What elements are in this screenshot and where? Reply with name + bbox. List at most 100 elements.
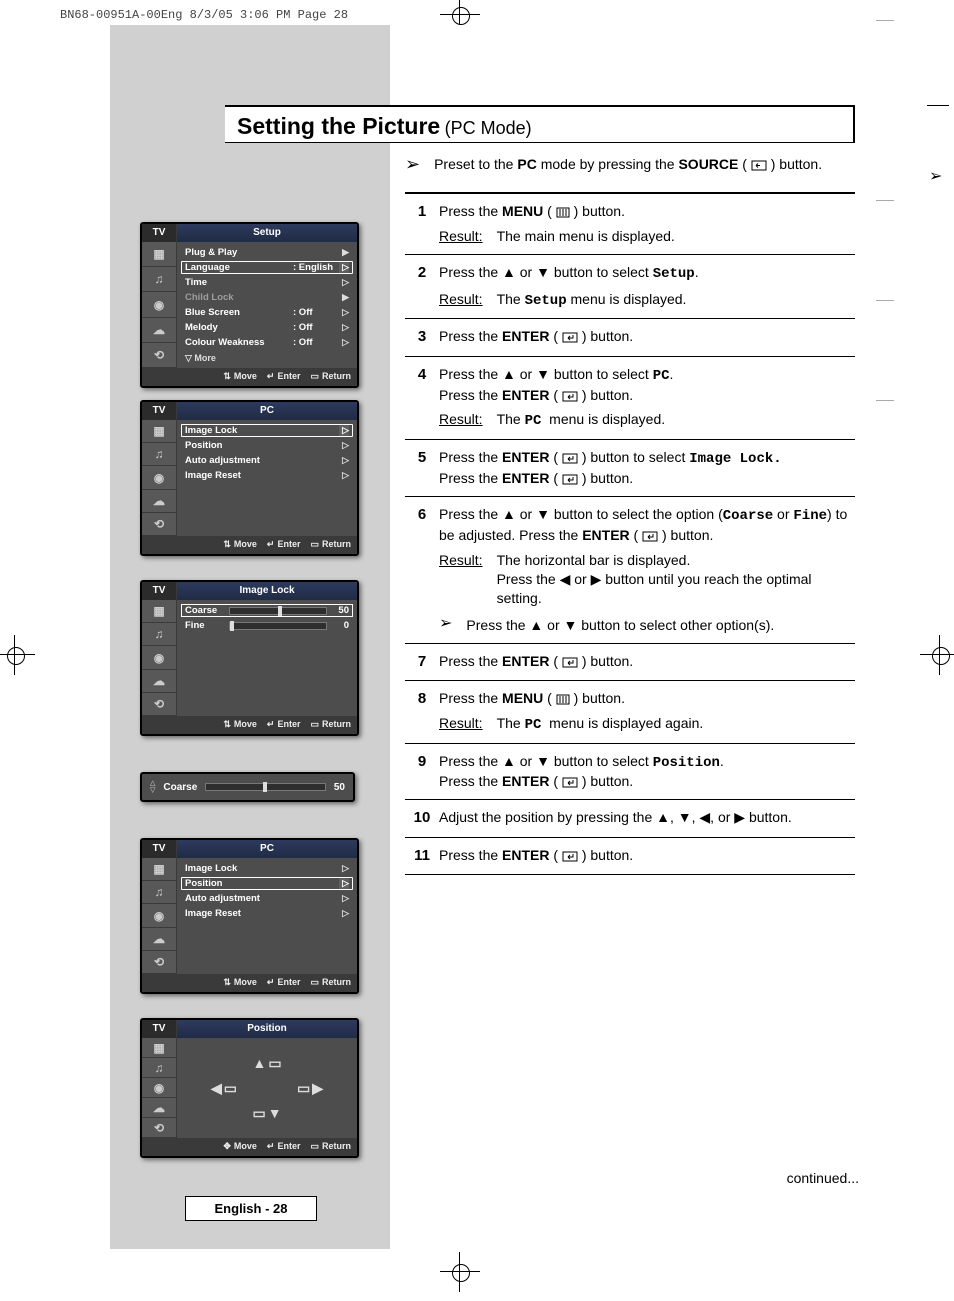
item-label: Time (185, 277, 293, 288)
position-up-icon[interactable]: ▲▭ (252, 1055, 281, 1072)
slider-track[interactable] (229, 607, 327, 615)
page-title-sub: (PC Mode) (445, 118, 532, 138)
position-right-icon[interactable]: ▭▶ (297, 1080, 323, 1097)
osd-menu-item[interactable]: Child Lock ▶ (181, 291, 353, 304)
step-instruction: Press the MENU ( ) button. (439, 202, 855, 221)
trim-mark (876, 200, 894, 201)
osd-menu-item[interactable]: Image Lock ▷ (181, 424, 353, 437)
step-number: 5 (405, 448, 439, 488)
position-down-icon[interactable]: ▭▼ (252, 1105, 281, 1122)
item-label: Child Lock (185, 292, 293, 303)
osd-menu-item[interactable]: Image Reset ▷ (181, 907, 353, 920)
osd-menu-item[interactable]: Image Lock ▷ (181, 862, 353, 875)
osd-fine-slider[interactable]: Fine 0 (181, 619, 353, 632)
osd-return-hint: ▭Return (310, 719, 351, 730)
osd-footer: ✥Move ↵Enter ▭Return (142, 1138, 357, 1156)
osd-tv-label: TV (142, 402, 177, 420)
osd-side-icons: ▦ ♫ ◉ ☁ ⟲ (142, 600, 177, 716)
osd-return-hint: ▭Return (310, 371, 351, 382)
osd-menu-item[interactable]: Image Reset ▷ (181, 469, 353, 482)
input-icon: ⟲ (142, 343, 176, 368)
step-instruction: Press the ▲ or ▼ button to select PC.Pre… (439, 365, 855, 405)
osd-menu-item[interactable]: Language : English ▷ (181, 261, 353, 274)
chevron-right-icon: ▷ (339, 455, 349, 466)
step-subnote: ➢ Press the ▲ or ▼ button to select othe… (439, 616, 855, 635)
result-text: The PC menu is displayed again. (497, 714, 704, 735)
item-label: Image Reset (185, 470, 339, 481)
item-label: Melody (185, 322, 293, 333)
page-title-bar: Setting the Picture (PC Mode) (225, 105, 855, 143)
step: 3 Press the ENTER ( ) button. (405, 319, 855, 356)
setup-icon: ☁ (142, 928, 176, 951)
item-label: Auto adjustment (185, 455, 339, 466)
item-value: : English (293, 262, 339, 273)
picture-icon: ▦ (142, 242, 176, 267)
step: 9 Press the ▲ or ▼ button to select Posi… (405, 744, 855, 801)
chevron-right-icon: ▷ (339, 893, 349, 904)
step-result: Result: The horizontal bar is displayed.… (439, 551, 855, 608)
osd-side-icons: ▦ ♫ ◉ ☁ ⟲ (142, 858, 177, 974)
item-label: Image Lock (185, 425, 339, 436)
osd-coarse-slider[interactable]: Coarse 50 (181, 604, 353, 617)
osd-footer: ⇅Move ↵Enter ▭Return (142, 536, 357, 554)
slider-knob[interactable] (278, 606, 282, 616)
step: 5 Press the ENTER ( ) button to select I… (405, 440, 855, 497)
trim-mark (876, 300, 894, 301)
chevron-right-icon: ▷ (339, 277, 349, 288)
osd-menu-item[interactable]: Auto adjustment ▷ (181, 454, 353, 467)
osd-pc-panel-2: TV PC ▦ ♫ ◉ ☁ ⟲ Image Lock ▷Position ▷Au… (140, 838, 359, 994)
channel-icon: ◉ (142, 646, 176, 669)
item-label: Position (185, 440, 339, 451)
subnote-text: Press the ▲ or ▼ button to select other … (466, 616, 774, 635)
osd-menu-item[interactable]: Time ▷ (181, 276, 353, 289)
step: 4 Press the ▲ or ▼ button to select PC.P… (405, 357, 855, 441)
osd-imagelock-list: Coarse 50 Fine 0 (177, 600, 357, 716)
step-instruction: Press the ▲ or ▼ button to select the op… (439, 505, 855, 545)
osd-menu-item[interactable]: Auto adjustment ▷ (181, 892, 353, 905)
osd-tv-label: TV (142, 840, 177, 858)
register-mark-left (0, 635, 35, 675)
osd-move-hint: ⇅Move (223, 539, 257, 550)
note-arrow-icon: ➢ (405, 155, 420, 174)
sound-icon: ♫ (142, 443, 176, 466)
slider-track[interactable] (205, 783, 326, 791)
next-page-arrow-icon: ➢ (927, 160, 949, 192)
register-mark-right (920, 635, 954, 675)
sound-icon: ♫ (142, 1058, 176, 1078)
osd-move-hint: ⇅Move (223, 371, 257, 382)
step: 11 Press the ENTER ( ) button. (405, 838, 855, 875)
osd-menu-item[interactable]: Colour Weakness : Off ▷ (181, 336, 353, 349)
slider-knob[interactable] (263, 782, 267, 792)
osd-menu-item[interactable]: Plug & Play ▶ (181, 246, 353, 259)
channel-icon: ◉ (142, 1078, 176, 1098)
step-instruction: Press the ENTER ( ) button. (439, 327, 855, 346)
slider-knob[interactable] (230, 621, 234, 631)
osd-enter-hint: ↵Enter (267, 977, 301, 988)
osd-menu-item[interactable]: Position ▷ (181, 439, 353, 452)
note-arrow-icon: ➢ (439, 616, 452, 635)
sound-icon: ♫ (142, 881, 176, 904)
position-left-icon[interactable]: ◀▭ (211, 1080, 237, 1097)
step-body: Press the ENTER ( ) button to select Ima… (439, 448, 855, 488)
step-number: 7 (405, 652, 439, 672)
step-list: 1 Press the MENU ( ) button. Result: The… (405, 192, 855, 875)
step: 6 Press the ▲ or ▼ button to select the … (405, 497, 855, 643)
result-label: Result: (439, 290, 483, 311)
osd-menu-item[interactable]: Blue Screen : Off ▷ (181, 306, 353, 319)
fine-label: Fine (185, 620, 225, 631)
osd-more-indicator: ▽ More (181, 351, 353, 366)
osd-menu-item[interactable]: Position ▷ (181, 877, 353, 890)
step-body: Press the ENTER ( ) button. (439, 652, 855, 672)
continued-text: continued... (787, 1170, 859, 1186)
step-number: 10 (405, 808, 439, 828)
step-result: Result: The PC menu is displayed again. (439, 714, 855, 735)
chevron-right-icon: ▷ (339, 322, 349, 333)
step-number: 2 (405, 263, 439, 311)
item-value: : Off (293, 337, 339, 348)
osd-coarse-standalone: △▽ Coarse 50 (140, 772, 355, 802)
result-text: The Setup menu is displayed. (497, 290, 687, 311)
osd-menu-item[interactable]: Melody : Off ▷ (181, 321, 353, 334)
step-body: Press the ▲ or ▼ button to select the op… (439, 505, 855, 634)
slider-track[interactable] (229, 622, 327, 630)
osd-enter-hint: ↵Enter (267, 539, 301, 550)
